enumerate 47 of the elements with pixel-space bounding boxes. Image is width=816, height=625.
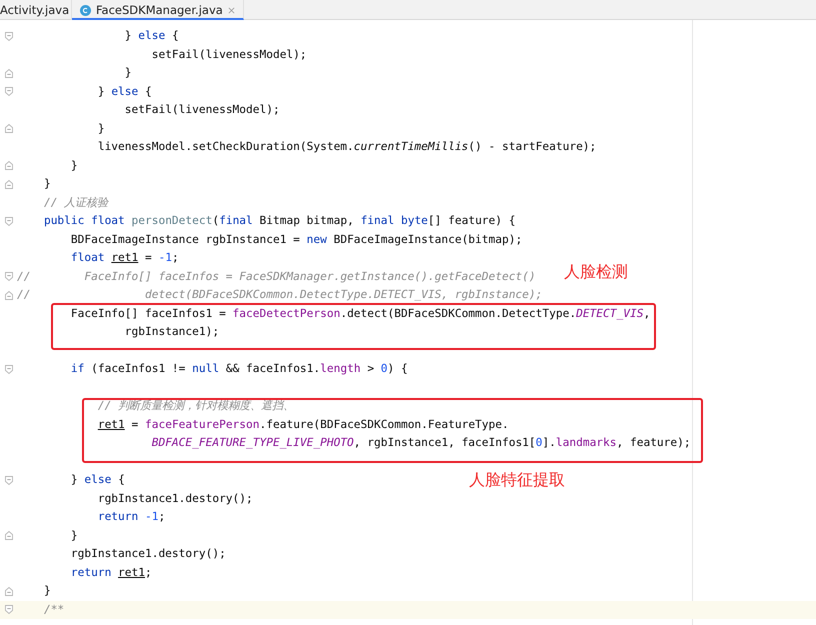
code-line: } xyxy=(42,176,51,192)
fold-icon[interactable] xyxy=(4,216,12,226)
code-line: } xyxy=(70,528,78,544)
fold-icon[interactable] xyxy=(4,68,12,78)
code-line: FaceInfo[] faceInfos1 = faceDetectPerson.detect(BDFaceSDKCommon.DetectType.DETECT_VIS, xyxy=(70,306,650,322)
code-line: // detect(BDFaceSDKCommon.DetectType.DETECT_VIS, rgbInstance); xyxy=(17,287,542,303)
code-line: setFail(livenessModel); xyxy=(124,102,280,118)
fold-icon[interactable] xyxy=(4,124,12,134)
fold-icon[interactable] xyxy=(4,605,12,614)
code-line: return ret1; xyxy=(70,564,152,580)
code-line: // 人证核验 xyxy=(42,194,108,210)
code-line: } xyxy=(70,158,78,174)
fold-icon[interactable] xyxy=(4,290,12,300)
code-line: } else { xyxy=(96,84,152,100)
file-tab[interactable]: FaceSDKManager.java xyxy=(72,0,244,20)
code-line: } else { xyxy=(70,472,125,488)
code-line: if (faceInfos1 != null && faceInfos1.length > 0) { xyxy=(70,361,408,377)
code-line: rgbInstance1); xyxy=(124,324,220,340)
code-line: livenessModel.setCheckDuration(System.currentTimeMillis() - startFeature); xyxy=(96,139,596,155)
fold-icon[interactable] xyxy=(4,364,12,374)
code-line: // 判断质量检测，针对模糊度、遮挡、 xyxy=(96,398,294,414)
fold-icon[interactable] xyxy=(4,180,12,189)
fold-icon[interactable] xyxy=(4,161,12,170)
code-line: public float personDetect(final Bitmap bitmap, final byte[] feature) { xyxy=(42,213,516,229)
code-line: rgbInstance1.destory(); xyxy=(96,490,253,506)
code-line: } else { xyxy=(124,28,179,44)
code-line: } xyxy=(124,65,132,81)
annotation-label: 人脸特征提取 xyxy=(469,470,565,491)
code-line: rgbInstance1.destory(); xyxy=(70,546,226,562)
fold-icon[interactable] xyxy=(4,272,12,282)
code-line: } xyxy=(42,583,51,599)
code-line: ret1 = faceFeaturePerson.feature(BDFaceSDKCommon.FeatureType. xyxy=(96,416,509,432)
code-line: } xyxy=(96,120,105,136)
fold-icon[interactable] xyxy=(4,586,12,596)
code-line: BDFACE_FEATURE_TYPE_LIVE_PHOTO, rgbInstance1, faceInfos1[0].landmarks, feature); xyxy=(150,435,691,451)
code-line: BDFaceImageInstance rgbInstance1 = new BDFaceImageInstance(bitmap); xyxy=(70,232,522,248)
fold-icon[interactable] xyxy=(4,32,12,41)
code-line: float ret1 = -1; xyxy=(70,250,179,266)
code-line: return -1; xyxy=(96,509,166,525)
annotation-label: 人脸检测 xyxy=(564,262,628,283)
code-line: /** xyxy=(42,602,64,618)
fold-icon[interactable] xyxy=(4,476,12,485)
close-icon[interactable] xyxy=(228,6,235,14)
code-line: // FaceInfo[] faceInfos = FaceSDKManager.getInstance().getFaceDetect() xyxy=(17,268,536,284)
code-line: setFail(livenessModel); xyxy=(150,46,307,62)
fold-icon[interactable] xyxy=(4,87,12,96)
fold-icon[interactable] xyxy=(4,531,12,540)
